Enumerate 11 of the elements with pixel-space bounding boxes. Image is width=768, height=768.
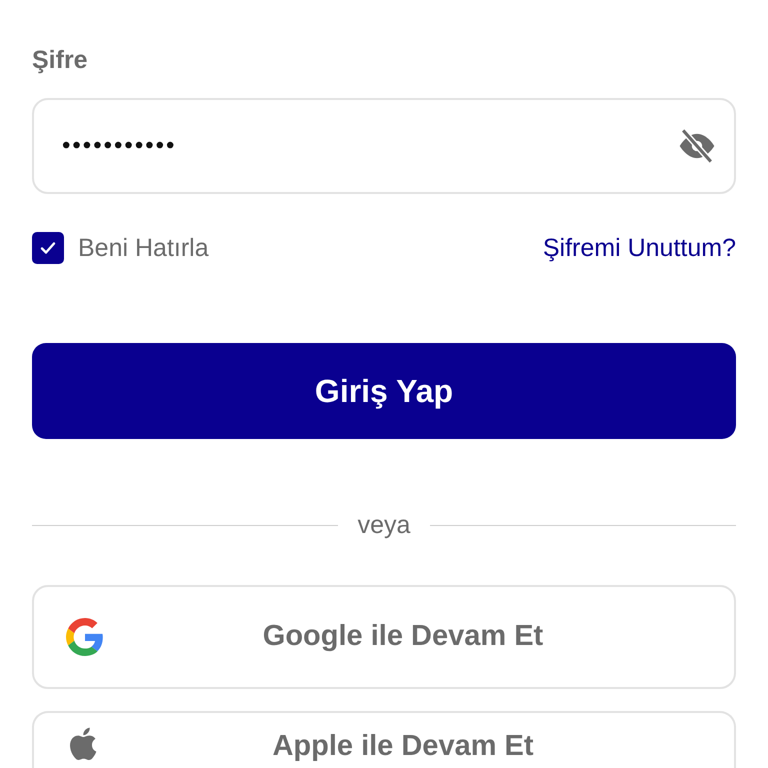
password-field[interactable]: •••••••••••	[32, 98, 736, 194]
login-button[interactable]: Giriş Yap	[32, 343, 736, 439]
eye-slash-icon[interactable]	[678, 126, 716, 164]
forgot-password-link[interactable]: Şifremi Unuttum?	[542, 230, 736, 267]
social-login-button[interactable]: Google ile Devam Et	[32, 584, 736, 688]
social-login-button[interactable]: Apple ile Devam Et	[32, 710, 736, 768]
divider-text: veya	[358, 510, 410, 541]
google-g-icon	[66, 618, 104, 656]
remember-label: Beni Hatırla	[78, 232, 209, 264]
remember-checkbox[interactable]	[32, 232, 64, 264]
field-label: Şifre	[32, 45, 89, 76]
